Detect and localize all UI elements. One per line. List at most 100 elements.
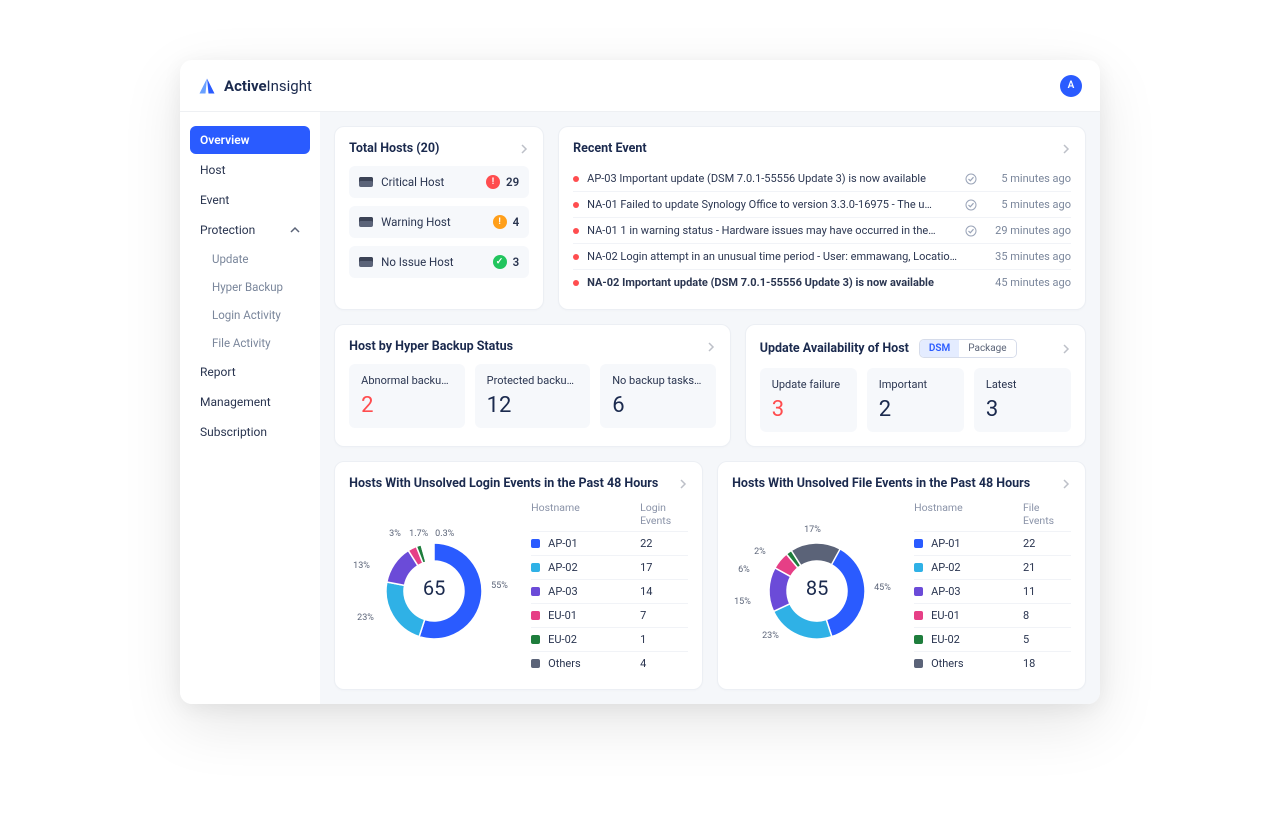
legend-name: EU-02: [548, 633, 640, 646]
event-dot-icon: [573, 176, 579, 182]
legend-row[interactable]: AP-03 11: [914, 580, 1071, 604]
legend-row[interactable]: EU-02 5: [914, 628, 1071, 652]
legend-name: AP-01: [931, 537, 1023, 550]
stat-tile[interactable]: Latest 3: [974, 368, 1071, 432]
chevron-right-icon[interactable]: [1061, 144, 1071, 154]
legend-header: HostnameLogin Events: [531, 501, 688, 532]
pct-label: 0.3%: [435, 529, 454, 539]
sidebar-subitem-hyper-backup[interactable]: Hyper Backup: [190, 274, 310, 300]
sidebar-item-management[interactable]: Management: [190, 388, 310, 416]
legend-swatch-icon: [914, 635, 923, 644]
check-circle-icon: [965, 225, 977, 237]
brand-strong: Active: [224, 77, 267, 95]
legend-name: Others: [548, 657, 640, 670]
event-text: NA-02 Login attempt in an unusual time p…: [587, 250, 957, 263]
pct-label: 55%: [491, 581, 508, 591]
legend-row[interactable]: AP-03 14: [531, 580, 688, 604]
event-text: NA-02 Important update (DSM 7.0.1-55556 …: [587, 276, 957, 289]
sidebar-subitem-login-activity[interactable]: Login Activity: [190, 302, 310, 328]
legend-row[interactable]: EU-02 1: [531, 628, 688, 652]
event-row[interactable]: NA-02 Login attempt in an unusual time p…: [573, 244, 1071, 270]
pct-label: 23%: [762, 631, 779, 641]
event-row[interactable]: NA-02 Important update (DSM 7.0.1-55556 …: [573, 270, 1071, 295]
legend-header: HostnameFile Events: [914, 501, 1071, 532]
update-avail-title: Update Availability of Host: [760, 341, 909, 356]
legend-swatch-icon: [531, 563, 540, 572]
login-chart-title: Hosts With Unsolved Login Events in the …: [349, 476, 658, 491]
card-login-events: Hosts With Unsolved Login Events in the …: [334, 461, 703, 690]
stat-tile[interactable]: Update failure 3: [760, 368, 857, 432]
stat-value: 2: [879, 397, 952, 422]
chevron-right-icon[interactable]: [706, 342, 716, 352]
stat-tile[interactable]: No backup tasks… 6: [600, 364, 716, 428]
chevron-right-icon[interactable]: [519, 144, 529, 154]
host-tile[interactable]: Warning Host !4: [349, 206, 529, 238]
host-tile[interactable]: No Issue Host ✓3: [349, 246, 529, 278]
sidebar-item-subscription[interactable]: Subscription: [190, 418, 310, 446]
login-legend: HostnameLogin Events AP-01 22 AP-02 17 A…: [531, 501, 688, 675]
stat-tile[interactable]: Important 2: [867, 368, 964, 432]
event-time: 45 minutes ago: [985, 276, 1071, 289]
legend-name: AP-02: [931, 561, 1023, 574]
event-row[interactable]: NA-01 1 in warning status - Hardware iss…: [573, 218, 1071, 244]
legend-row[interactable]: EU-01 7: [531, 604, 688, 628]
legend-name: EU-02: [931, 633, 1023, 646]
legend-row[interactable]: Others 4: [531, 652, 688, 675]
legend-row[interactable]: AP-02 21: [914, 556, 1071, 580]
legend-name: AP-02: [548, 561, 640, 574]
legend-name: EU-01: [931, 609, 1023, 622]
host-tile[interactable]: Critical Host !29: [349, 166, 529, 198]
legend-swatch-icon: [531, 539, 540, 548]
legend-value: 21: [1023, 561, 1071, 574]
chevron-right-icon[interactable]: [1061, 344, 1071, 354]
legend-swatch-icon: [914, 587, 923, 596]
stat-label: Update failure: [772, 378, 845, 391]
legend-row[interactable]: Others 18: [914, 652, 1071, 675]
legend-swatch-icon: [914, 539, 923, 548]
legend-value: 22: [1023, 537, 1071, 550]
legend-row[interactable]: EU-01 8: [914, 604, 1071, 628]
legend-name: Others: [931, 657, 1023, 670]
main: Total Hosts (20) Critical Host !29Warnin…: [320, 112, 1100, 704]
sidebar-item-host[interactable]: Host: [190, 156, 310, 184]
event-dot-icon: [573, 280, 579, 286]
brand-logo-icon: [198, 77, 216, 95]
sidebar-item-overview[interactable]: Overview: [190, 126, 310, 154]
event-row[interactable]: AP-03 Important update (DSM 7.0.1-55556 …: [573, 166, 1071, 192]
chevron-up-icon: [290, 225, 300, 235]
sidebar-item-event[interactable]: Event: [190, 186, 310, 214]
legend-value: 4: [640, 657, 688, 670]
stat-tile[interactable]: Abnormal backups 2: [349, 364, 465, 428]
legend-swatch-icon: [531, 587, 540, 596]
pct-label: 3%: [389, 529, 401, 539]
stat-label: Abnormal backups: [361, 374, 453, 387]
event-time: 29 minutes ago: [985, 224, 1071, 237]
legend-name: AP-01: [548, 537, 640, 550]
sidebar-item-report[interactable]: Report: [190, 358, 310, 386]
host-label: No Issue Host: [381, 255, 453, 269]
chevron-right-icon[interactable]: [678, 479, 688, 489]
segment-dsm[interactable]: DSM: [920, 340, 959, 357]
status-dot-icon: !: [493, 215, 507, 229]
segment-package[interactable]: Package: [959, 340, 1015, 357]
host-count: 29: [506, 175, 519, 189]
legend-row[interactable]: AP-01 22: [914, 532, 1071, 556]
legend-value: 7: [640, 609, 688, 622]
legend-row[interactable]: AP-01 22: [531, 532, 688, 556]
event-time: 5 minutes ago: [985, 172, 1071, 185]
event-text: NA-01 1 in warning status - Hardware iss…: [587, 224, 957, 237]
sidebar-item-protection[interactable]: Protection: [190, 216, 310, 244]
card-update-availability: Update Availability of Host DSMPackage U…: [745, 324, 1086, 447]
stat-tile[interactable]: Protected backup… 12: [475, 364, 591, 428]
event-row[interactable]: NA-01 Failed to update Synology Office t…: [573, 192, 1071, 218]
legend-row[interactable]: AP-02 17: [531, 556, 688, 580]
avatar[interactable]: A: [1060, 75, 1082, 97]
host-icon: [359, 257, 373, 267]
legend-value: 17: [640, 561, 688, 574]
event-dot-icon: [573, 254, 579, 260]
brand-light: Insight: [267, 77, 312, 95]
chevron-right-icon[interactable]: [1061, 479, 1071, 489]
sidebar-subitem-update[interactable]: Update: [190, 246, 310, 272]
sidebar-subitem-file-activity[interactable]: File Activity: [190, 330, 310, 356]
legend-value: 14: [640, 585, 688, 598]
